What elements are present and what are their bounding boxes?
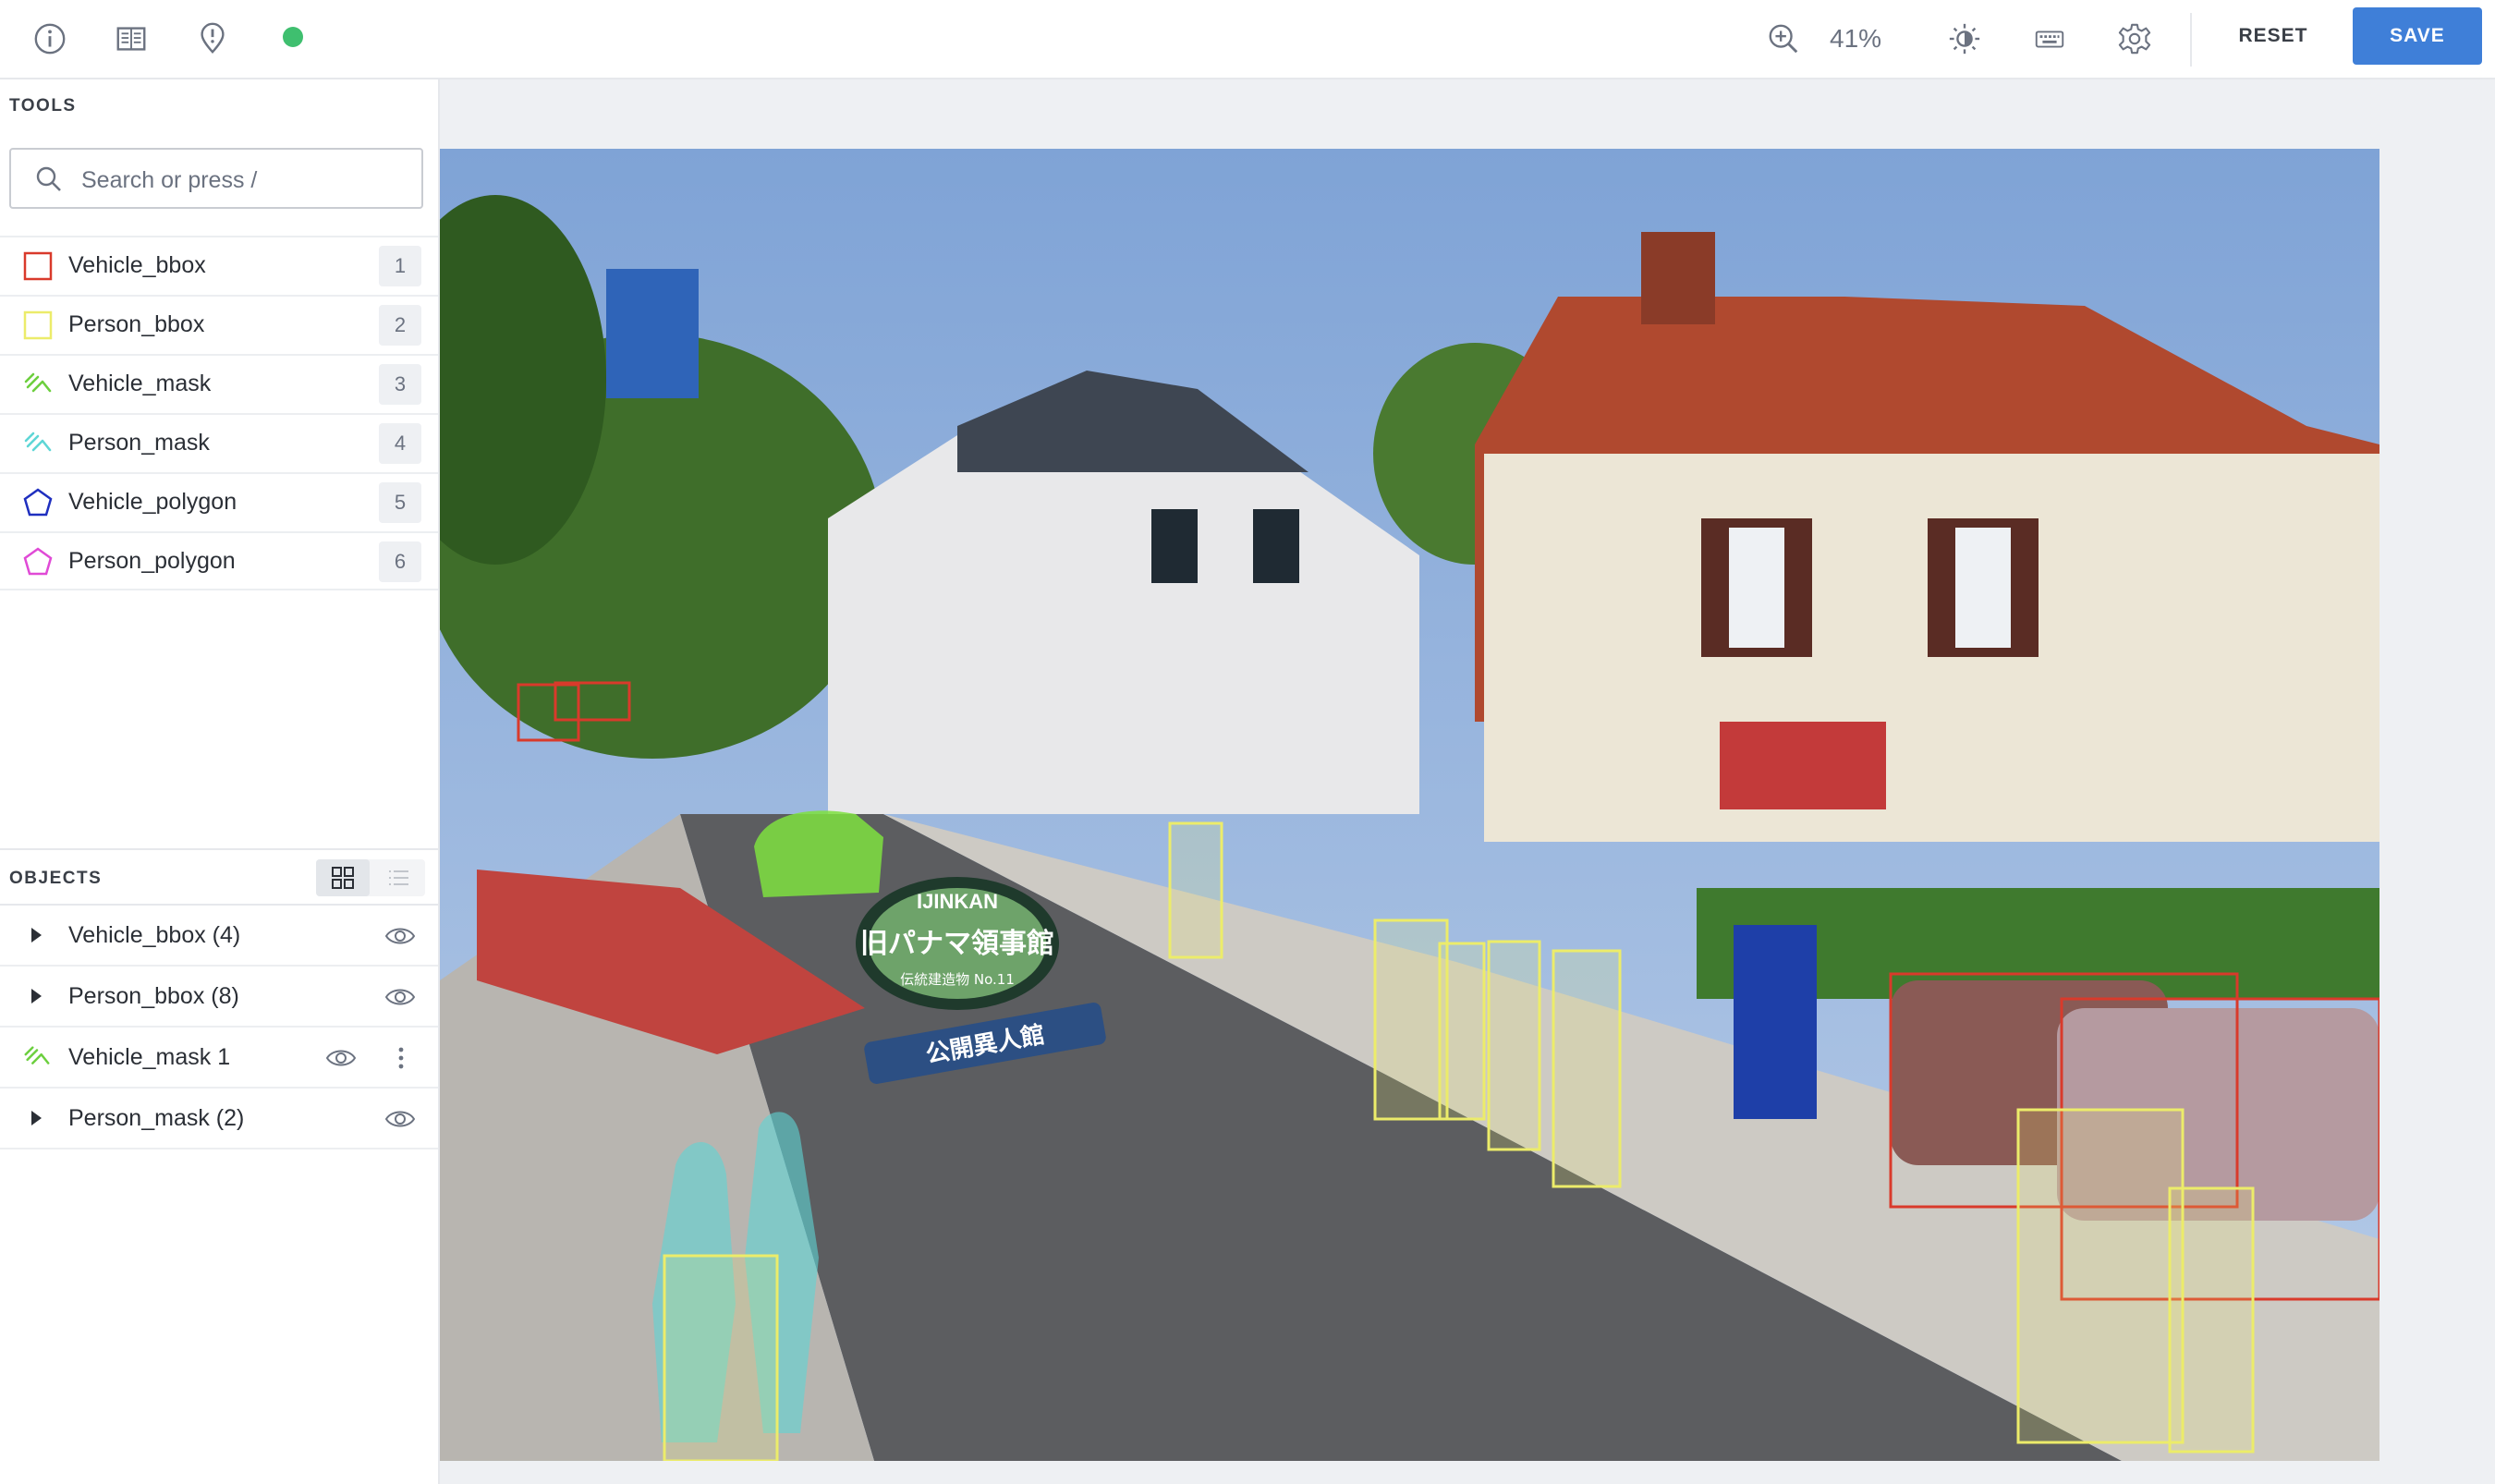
- zoom-level: 41%: [1830, 24, 1882, 53]
- info-icon[interactable]: [28, 17, 72, 61]
- tool-item-person-bbox[interactable]: Person_bbox 2: [0, 295, 438, 354]
- building-window: [1151, 509, 1198, 583]
- objects-list: Vehicle_bbox (4) Person_bbox (8) Vehicle…: [0, 906, 438, 1149]
- tool-item-vehicle-bbox[interactable]: Vehicle_bbox 1: [0, 236, 438, 295]
- person-bbox[interactable]: [1168, 821, 1223, 959]
- more-options-icon[interactable]: [388, 1042, 414, 1074]
- objects-section-title: OBJECTS: [9, 869, 103, 888]
- tool-label: Person_mask: [68, 430, 210, 456]
- house-window-glass: [1955, 528, 2011, 648]
- tool-item-vehicle-mask[interactable]: Vehicle_mask 3: [0, 354, 438, 413]
- object-label: Vehicle_bbox (4): [68, 922, 241, 948]
- polygon-icon: [22, 546, 54, 578]
- expand-caret-icon[interactable]: [31, 928, 42, 943]
- tools-list: Vehicle_bbox 1 Person_bbox 2 Vehicle_mas…: [0, 236, 438, 590]
- keyboard-icon[interactable]: [2027, 17, 2072, 61]
- visibility-eye-icon[interactable]: [384, 983, 416, 1011]
- tool-item-vehicle-polygon[interactable]: Vehicle_polygon 5: [0, 472, 438, 531]
- tool-label: Person_polygon: [68, 548, 236, 574]
- list-view-icon: [389, 870, 408, 885]
- panel-layout-icon[interactable]: [109, 17, 153, 61]
- hotkey-badge: 2: [379, 305, 421, 346]
- visibility-eye-icon[interactable]: [384, 922, 416, 950]
- status-indicator: [283, 27, 303, 47]
- object-label: Person_bbox (8): [68, 983, 239, 1009]
- house-window-glass: [1729, 528, 1784, 648]
- sign-text-top: IJINKAN: [917, 890, 998, 913]
- toolbar-divider: [2190, 13, 2192, 67]
- object-group-vehicle-bbox[interactable]: Vehicle_bbox (4): [0, 906, 438, 967]
- visibility-eye-icon[interactable]: [384, 1105, 416, 1133]
- person-bbox[interactable]: [2016, 1108, 2185, 1444]
- sign-text-sub: 伝統建造物 No.11: [900, 971, 1015, 988]
- hotkey-badge: 3: [379, 364, 421, 405]
- person-bbox[interactable]: [1373, 918, 1449, 1121]
- blue-tower: [606, 269, 699, 398]
- tool-label: Person_bbox: [68, 311, 205, 337]
- tool-item-person-mask[interactable]: Person_mask 4: [0, 413, 438, 472]
- reset-button[interactable]: RESET: [2218, 7, 2329, 65]
- vehicle-mask-overlay[interactable]: [754, 810, 883, 897]
- search-icon: [36, 166, 61, 191]
- person-bbox[interactable]: [2168, 1186, 2255, 1454]
- flag-bunting: [1720, 722, 1886, 809]
- issue-marker-icon[interactable]: [190, 17, 235, 61]
- objects-header: OBJECTS: [0, 848, 438, 906]
- vending-machine: [1734, 925, 1817, 1119]
- tool-label: Vehicle_bbox: [68, 252, 206, 278]
- save-button[interactable]: SAVE: [2353, 7, 2482, 65]
- brush-icon: [24, 1046, 50, 1064]
- sidebar: TOOLS Vehicle_bbox 1 Person_bbox 2 Vehic…: [0, 79, 440, 1484]
- tool-label: Vehicle_mask: [68, 371, 212, 396]
- rectangle-icon: [22, 310, 54, 341]
- visibility-eye-icon[interactable]: [325, 1044, 357, 1072]
- person-bbox[interactable]: [1487, 940, 1541, 1151]
- object-group-person-bbox[interactable]: Person_bbox (8): [0, 967, 438, 1028]
- brightness-icon[interactable]: [1942, 17, 1987, 61]
- person-bbox[interactable]: [663, 1254, 779, 1461]
- brush-icon: [22, 428, 54, 459]
- search-input[interactable]: [79, 161, 416, 200]
- gear-icon[interactable]: [2112, 17, 2157, 61]
- top-toolbar: 41% RESET SAVE: [0, 0, 2495, 79]
- hotkey-badge: 4: [379, 423, 421, 464]
- object-vehicle-mask[interactable]: Vehicle_mask 1: [0, 1028, 438, 1089]
- grid-view-button[interactable]: [316, 859, 370, 896]
- annotation-canvas[interactable]: IJINKAN 旧パナマ領事館 伝統建造物 No.11 公開異人館: [440, 79, 2495, 1484]
- brush-icon: [22, 369, 54, 400]
- view-toggle: [316, 859, 425, 896]
- object-group-person-mask[interactable]: Person_mask (2): [0, 1089, 438, 1149]
- tools-section-title: TOOLS: [9, 96, 77, 116]
- rectangle-icon: [22, 250, 54, 282]
- person-bbox[interactable]: [1438, 942, 1486, 1121]
- sign-text-main: 旧パナマ領事館: [860, 928, 1054, 960]
- tool-label: Vehicle_polygon: [68, 489, 237, 515]
- tool-search[interactable]: [9, 148, 423, 209]
- building-window: [1253, 509, 1299, 583]
- grid-view-icon: [332, 867, 354, 889]
- person-bbox[interactable]: [1552, 949, 1622, 1188]
- hotkey-badge: 1: [379, 246, 421, 286]
- object-label: Person_mask (2): [68, 1105, 245, 1131]
- polygon-icon: [22, 487, 54, 518]
- list-view-button[interactable]: [371, 859, 425, 896]
- hotkey-badge: 6: [379, 541, 421, 582]
- chimney: [1641, 232, 1715, 324]
- zoom-in-icon[interactable]: [1761, 17, 1806, 61]
- hotkey-badge: 5: [379, 482, 421, 523]
- street-photo[interactable]: IJINKAN 旧パナマ領事館 伝統建造物 No.11 公開異人館: [440, 149, 2379, 1461]
- expand-caret-icon[interactable]: [31, 989, 42, 1004]
- tool-item-person-polygon[interactable]: Person_polygon 6: [0, 531, 438, 590]
- expand-caret-icon[interactable]: [31, 1111, 42, 1125]
- object-label: Vehicle_mask 1: [68, 1044, 231, 1070]
